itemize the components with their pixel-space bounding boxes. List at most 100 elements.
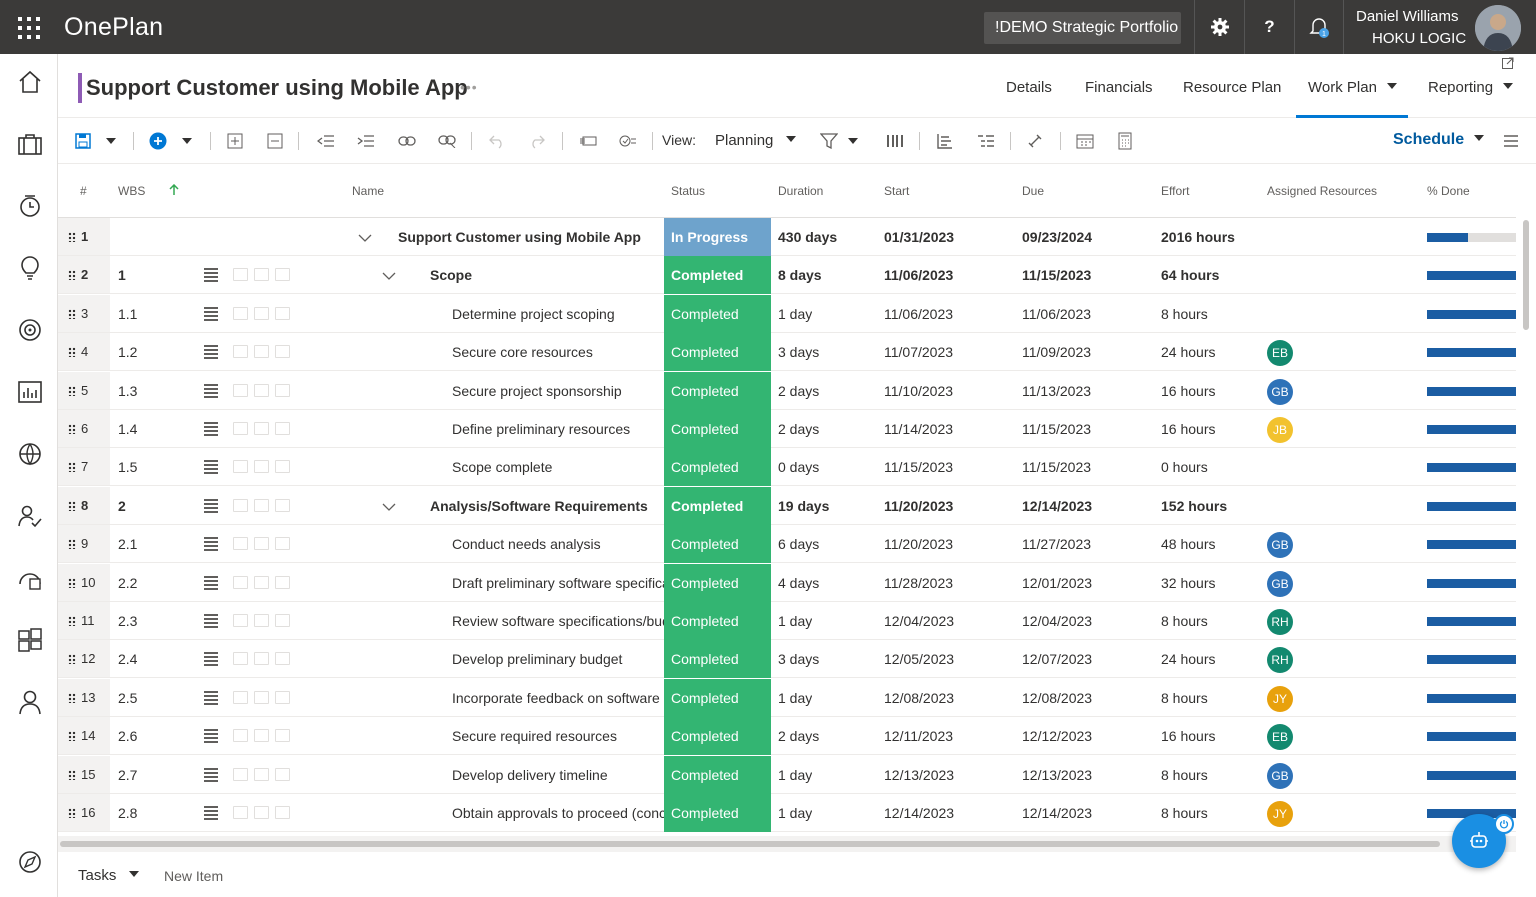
wbs-cell[interactable]: 1.5 (118, 448, 188, 486)
wbs-cell[interactable]: 1 (118, 256, 188, 294)
due-date-cell[interactable]: 12/14/2023 (1022, 487, 1092, 525)
popout-icon[interactable] (1502, 57, 1514, 69)
task-name-cell[interactable]: Conduct needs analysis (452, 525, 664, 563)
task-name-cell[interactable]: Incorporate feedback on software s (452, 679, 664, 717)
task-name-cell[interactable]: Develop preliminary budget (452, 640, 664, 678)
status-cell[interactable]: Completed (664, 640, 771, 679)
status-cell[interactable]: Completed (664, 678, 771, 717)
duration-cell[interactable]: 1 day (778, 679, 812, 717)
row-menu-icon[interactable] (204, 535, 218, 553)
row-drag-handle[interactable]: 12 (68, 640, 112, 678)
indent-button[interactable] (355, 130, 377, 152)
effort-cell[interactable]: 152 hours (1161, 487, 1227, 525)
row-menu-icon[interactable] (204, 420, 218, 438)
column-header-name[interactable]: Name (352, 184, 384, 198)
resource-avatar[interactable]: GB (1267, 378, 1293, 405)
task-name-cell[interactable]: Draft preliminary software specifica (452, 564, 664, 602)
effort-cell[interactable]: 8 hours (1161, 602, 1208, 640)
row-drag-handle[interactable]: 1 (68, 218, 112, 256)
redo-button[interactable] (526, 130, 548, 152)
wbs-cell[interactable]: 2.4 (118, 640, 188, 678)
compass-icon[interactable] (16, 848, 44, 876)
dashboard-tiles-icon[interactable] (16, 626, 44, 654)
task-name-cell[interactable]: Support Customer using Mobile App (398, 218, 664, 256)
status-cell[interactable]: Completed (664, 486, 771, 525)
start-date-cell[interactable]: 11/07/2023 (884, 333, 953, 371)
effort-cell[interactable]: 16 hours (1161, 410, 1215, 448)
effort-cell[interactable]: 8 hours (1161, 756, 1208, 794)
wbs-cell[interactable]: 2.1 (118, 525, 188, 563)
start-date-cell[interactable]: 12/05/2023 (884, 640, 954, 678)
timeline-button[interactable] (577, 130, 599, 152)
row-menu-icon[interactable] (204, 727, 218, 745)
resource-avatar[interactable]: JY (1267, 685, 1293, 712)
duration-cell[interactable]: 0 days (778, 448, 819, 486)
duration-cell[interactable]: 2 days (778, 717, 819, 755)
table-row[interactable]: 16 2.8 Obtain approvals to proceed (conc Co… (58, 794, 1516, 832)
task-name-cell[interactable]: Secure required resources (452, 717, 664, 755)
collapse-all-button[interactable] (264, 130, 286, 152)
table-row[interactable]: 9 2.1 Conduct needs analysis Completed 6 day… (58, 525, 1516, 564)
outdent-button[interactable] (315, 130, 337, 152)
chat-bot-power-badge[interactable] (1494, 814, 1514, 834)
collapse-chevron-icon[interactable] (358, 231, 372, 245)
row-menu-icon[interactable] (204, 612, 218, 630)
row-drag-handle[interactable]: 5 (68, 372, 112, 410)
resource-avatar[interactable]: EB (1267, 340, 1293, 367)
due-date-cell[interactable]: 12/08/2023 (1022, 679, 1092, 717)
row-drag-handle[interactable]: 7 (68, 448, 112, 486)
status-cell[interactable]: Completed (664, 717, 771, 756)
task-name-cell[interactable]: Scope complete (452, 448, 664, 486)
row-menu-icon[interactable] (204, 650, 218, 668)
tab-financials[interactable]: Financials (1085, 79, 1153, 96)
wbs-cell[interactable]: 1.1 (118, 295, 188, 333)
collapse-chevron-icon[interactable] (382, 500, 396, 514)
ideas-lightbulb-icon[interactable] (16, 254, 44, 282)
wbs-cell[interactable]: 1.3 (118, 372, 188, 410)
unlink-tasks-button[interactable] (436, 130, 458, 152)
status-cell[interactable]: Completed (664, 333, 771, 372)
start-date-cell[interactable]: 12/11/2023 (884, 717, 953, 755)
start-date-cell[interactable]: 12/04/2023 (884, 602, 954, 640)
effort-cell[interactable]: 8 hours (1161, 295, 1208, 333)
save-options-dropdown[interactable] (100, 130, 122, 152)
column-header-start[interactable]: Start (884, 184, 909, 198)
row-menu-icon[interactable] (204, 804, 218, 822)
start-date-cell[interactable]: 11/28/2023 (884, 564, 953, 602)
due-date-cell[interactable]: 12/01/2023 (1022, 564, 1092, 602)
resource-avatar[interactable]: RH (1267, 647, 1293, 674)
duration-cell[interactable]: 1 day (778, 756, 812, 794)
portfolio-selector[interactable]: !DEMO Strategic Portfolio M (984, 12, 1181, 44)
timesheet-clock-icon[interactable] (16, 192, 44, 220)
resource-avatar[interactable]: GB (1267, 570, 1293, 597)
resources-people-check-icon[interactable] (16, 502, 44, 530)
duration-cell[interactable]: 8 days (778, 256, 822, 294)
add-options-dropdown[interactable] (176, 130, 198, 152)
filter-button[interactable] (818, 130, 840, 152)
due-date-cell[interactable]: 09/23/2024 (1022, 218, 1092, 256)
checklist-button[interactable] (617, 130, 639, 152)
duration-cell[interactable]: 1 day (778, 794, 812, 832)
table-row[interactable]: 14 2.6 Secure required resources Completed 2… (58, 717, 1516, 756)
row-drag-handle[interactable]: 14 (68, 717, 112, 755)
start-date-cell[interactable]: 11/06/2023 (884, 295, 953, 333)
status-cell[interactable]: Completed (664, 448, 771, 487)
row-drag-handle[interactable]: 15 (68, 756, 112, 794)
task-name-cell[interactable]: Review software specifications/bud (452, 602, 664, 640)
table-row[interactable]: 12 2.4 Develop preliminary budget Completed… (58, 640, 1516, 679)
start-date-cell[interactable]: 11/10/2023 (884, 372, 953, 410)
row-drag-handle[interactable]: 9 (68, 525, 112, 563)
status-cell[interactable]: Completed (664, 794, 771, 832)
task-name-cell[interactable]: Determine project scoping (452, 295, 664, 333)
duration-cell[interactable]: 2 days (778, 410, 819, 448)
calendar-button[interactable] (1074, 130, 1096, 152)
effort-cell[interactable]: 48 hours (1161, 525, 1215, 563)
effort-cell[interactable]: 0 hours (1161, 448, 1208, 486)
undo-button[interactable] (486, 130, 508, 152)
globe-icon[interactable] (16, 440, 44, 468)
row-drag-handle[interactable]: 2 (68, 256, 112, 294)
row-drag-handle[interactable]: 6 (68, 410, 112, 448)
row-menu-icon[interactable] (204, 766, 218, 784)
row-drag-handle[interactable]: 13 (68, 679, 112, 717)
task-name-cell[interactable]: Analysis/Software Requirements (430, 487, 664, 525)
